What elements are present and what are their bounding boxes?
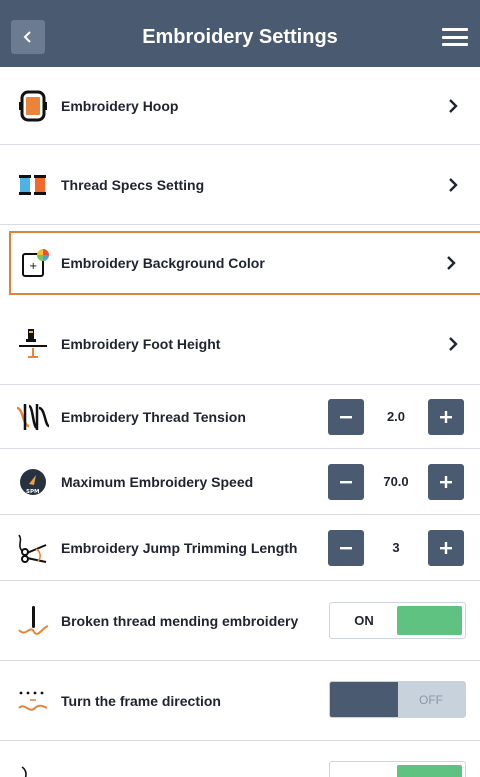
thread-spool-icon xyxy=(15,167,51,203)
page-title: Embroidery Settings xyxy=(142,26,338,48)
color-palette-icon: + xyxy=(17,245,53,281)
row-label: Embroidery Jump Trimming Length xyxy=(61,539,298,556)
svg-text:SPM: SPM xyxy=(26,489,39,495)
toggle-knob xyxy=(330,682,398,717)
partial-toggle[interactable] xyxy=(329,761,466,777)
scissors-icon xyxy=(15,530,51,566)
row-label: Turn the frame direction xyxy=(61,692,221,709)
broken-thread-toggle[interactable]: ON xyxy=(329,602,466,639)
row-label: Embroidery Foot Height xyxy=(61,335,221,352)
hoop-icon xyxy=(15,88,51,124)
row-label: Embroidery Hoop xyxy=(61,97,179,114)
needle-thread-icon xyxy=(15,603,51,639)
plus-icon xyxy=(440,541,452,554)
chevron-right-icon xyxy=(449,177,458,192)
chevron-right-icon xyxy=(447,256,456,270)
minus-icon xyxy=(340,480,352,483)
row-label: Embroidery Background Color xyxy=(61,255,265,271)
row-label: Broken thread mending embroidery xyxy=(61,612,299,629)
app-header: Embroidery Settings xyxy=(0,0,480,67)
row-background-color[interactable]: + Embroidery Background Color xyxy=(9,231,480,295)
chevron-left-icon xyxy=(23,31,31,43)
svg-text:+: + xyxy=(29,261,37,272)
back-button[interactable] xyxy=(11,20,45,54)
speed-value: 70.0 xyxy=(383,474,409,489)
row-thread-tension: Embroidery Thread Tension 2.0 xyxy=(0,385,480,449)
menu-icon xyxy=(442,28,468,31)
decrease-tension-button[interactable] xyxy=(328,398,364,435)
menu-button[interactable] xyxy=(442,26,468,48)
row-label: Thread Specs Setting xyxy=(61,176,205,193)
row-jump-trimming: Embroidery Jump Trimming Length 3 xyxy=(0,515,480,581)
plus-icon xyxy=(440,410,452,423)
chevron-right-icon xyxy=(449,98,458,113)
row-partial xyxy=(0,741,480,777)
chevron-right-icon xyxy=(449,336,458,351)
frame-direction-icon xyxy=(15,683,51,719)
row-thread-specs[interactable]: Thread Specs Setting xyxy=(0,145,480,225)
row-label: Embroidery Thread Tension xyxy=(61,408,246,425)
tension-value: 2.0 xyxy=(386,409,406,424)
minus-icon xyxy=(340,415,352,418)
row-foot-height[interactable]: Embroidery Foot Height xyxy=(0,303,480,385)
row-frame-direction: Turn the frame direction OFF xyxy=(0,661,480,741)
row-embroidery-hoop[interactable]: Embroidery Hoop xyxy=(0,67,480,145)
row-broken-thread: Broken thread mending embroidery ON xyxy=(0,581,480,661)
increase-trim-button[interactable] xyxy=(428,529,464,566)
row-label: Maximum Embroidery Speed xyxy=(61,473,254,490)
decrease-speed-button[interactable] xyxy=(328,463,364,500)
toggle-state: OFF xyxy=(419,692,443,707)
tension-spring-icon xyxy=(15,399,51,435)
frame-direction-toggle[interactable]: OFF xyxy=(329,681,466,718)
toggle-state: ON xyxy=(354,613,374,628)
decrease-trim-button[interactable] xyxy=(328,529,364,566)
toggle-knob xyxy=(397,606,462,635)
plus-icon xyxy=(440,475,452,488)
presser-foot-icon xyxy=(15,326,51,362)
minus-icon xyxy=(340,546,352,549)
row-max-speed: SPM Maximum Embroidery Speed 70.0 xyxy=(0,449,480,515)
speedometer-icon: SPM xyxy=(15,464,51,500)
increase-speed-button[interactable] xyxy=(428,463,464,500)
increase-tension-button[interactable] xyxy=(428,398,464,435)
toggle-knob xyxy=(397,765,462,777)
trim-value: 3 xyxy=(392,540,400,555)
thread-icon xyxy=(15,757,51,777)
